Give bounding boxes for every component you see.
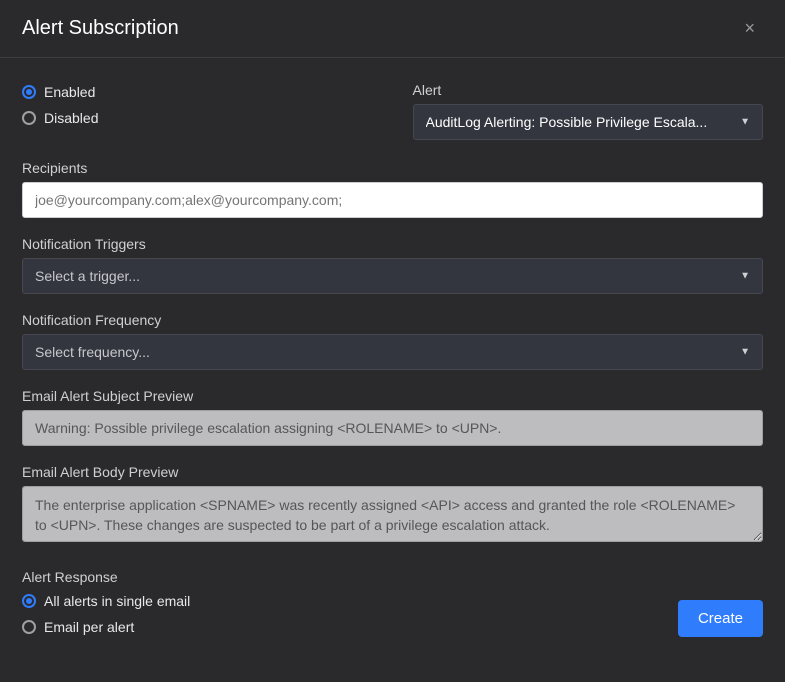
modal-header: Alert Subscription × xyxy=(0,0,785,58)
response-all-label: All alerts in single email xyxy=(44,591,190,611)
chevron-down-icon: ▼ xyxy=(740,347,750,358)
status-column: Enabled Disabled xyxy=(22,82,373,140)
alert-select[interactable]: AuditLog Alerting: Possible Privilege Es… xyxy=(413,104,764,140)
status-disabled-radio[interactable]: Disabled xyxy=(22,108,373,128)
modal-body: Enabled Disabled Alert AuditLog Alerting… xyxy=(0,58,785,682)
response-per-label: Email per alert xyxy=(44,617,134,637)
frequency-select[interactable]: Select frequency... ▼ xyxy=(22,334,763,370)
radio-icon xyxy=(22,620,36,634)
close-icon[interactable]: × xyxy=(736,14,763,43)
chevron-down-icon: ▼ xyxy=(740,271,750,282)
top-row: Enabled Disabled Alert AuditLog Alerting… xyxy=(22,82,763,140)
status-enabled-radio[interactable]: Enabled xyxy=(22,82,373,102)
frequency-label: Notification Frequency xyxy=(22,312,763,328)
recipients-label: Recipients xyxy=(22,160,763,176)
alert-response-label: Alert Response xyxy=(22,569,678,585)
body-preview-label: Email Alert Body Preview xyxy=(22,464,763,480)
response-per-radio[interactable]: Email per alert xyxy=(22,617,678,637)
alert-subscription-modal: Alert Subscription × Enabled Disabled Al… xyxy=(0,0,785,682)
frequency-group: Notification Frequency Select frequency.… xyxy=(22,312,763,370)
recipients-group: Recipients xyxy=(22,160,763,218)
triggers-placeholder: Select a trigger... xyxy=(35,268,732,284)
alert-label: Alert xyxy=(413,82,764,98)
radio-icon xyxy=(22,85,36,99)
modal-title: Alert Subscription xyxy=(22,17,179,40)
recipients-input[interactable] xyxy=(22,182,763,218)
chevron-down-icon: ▼ xyxy=(740,117,750,128)
body-preview-group: Email Alert Body Preview xyxy=(22,464,763,545)
subject-preview-input xyxy=(22,410,763,446)
triggers-label: Notification Triggers xyxy=(22,236,763,252)
radio-icon xyxy=(22,111,36,125)
alert-selected-text: AuditLog Alerting: Possible Privilege Es… xyxy=(426,114,733,130)
frequency-placeholder: Select frequency... xyxy=(35,344,732,360)
body-preview-textarea xyxy=(22,486,763,542)
triggers-select[interactable]: Select a trigger... ▼ xyxy=(22,258,763,294)
subject-preview-group: Email Alert Subject Preview xyxy=(22,388,763,446)
triggers-group: Notification Triggers Select a trigger..… xyxy=(22,236,763,294)
response-all-radio[interactable]: All alerts in single email xyxy=(22,591,678,611)
radio-icon xyxy=(22,594,36,608)
subject-preview-label: Email Alert Subject Preview xyxy=(22,388,763,404)
alert-response-group: Alert Response All alerts in single emai… xyxy=(22,569,678,637)
status-enabled-label: Enabled xyxy=(44,82,95,102)
footer-row: Alert Response All alerts in single emai… xyxy=(22,569,763,637)
response-radio-group: All alerts in single email Email per ale… xyxy=(22,591,678,637)
status-disabled-label: Disabled xyxy=(44,108,98,128)
status-radio-group: Enabled Disabled xyxy=(22,82,373,128)
alert-column: Alert AuditLog Alerting: Possible Privil… xyxy=(413,82,764,140)
create-button[interactable]: Create xyxy=(678,600,763,637)
